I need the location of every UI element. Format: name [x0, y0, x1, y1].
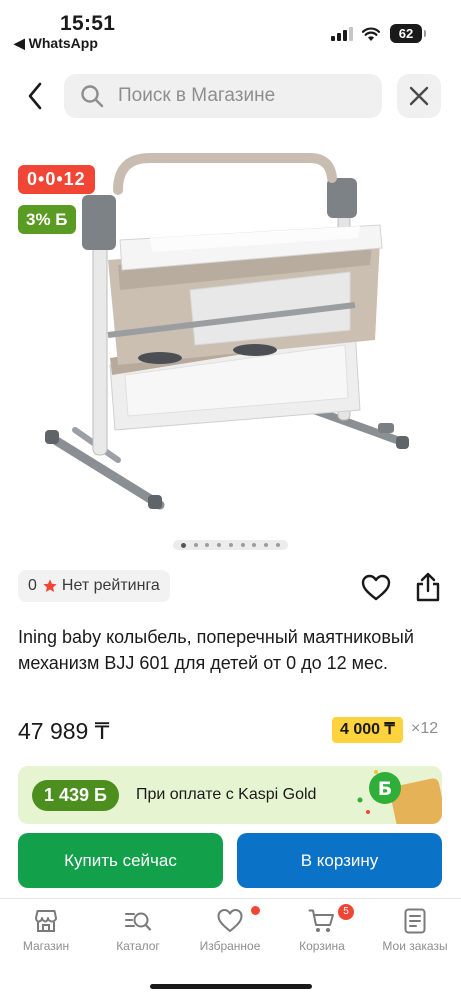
installment-months: ×12 — [411, 720, 439, 737]
pager-dot — [180, 542, 186, 548]
product-title: Ining baby колыбель, поперечный маятнико… — [18, 627, 414, 673]
favorite-button[interactable] — [361, 574, 391, 602]
tab-favorites[interactable]: Избранное — [184, 907, 276, 963]
cellular-signal-icon — [331, 27, 353, 41]
cart-count-badge: 5 — [338, 904, 354, 920]
pager-dot — [205, 543, 210, 547]
catalog-search-icon — [125, 912, 152, 931]
battery-indicator: 62 — [390, 24, 426, 43]
installment-badge[interactable]: 4 000 ₸ — [332, 717, 403, 743]
pager-dot — [193, 543, 198, 547]
search-placeholder: Поиск в Магазине — [118, 85, 276, 106]
pager-dot — [276, 543, 280, 547]
back-to-app-link[interactable]: ◀ WhatsApp — [14, 35, 98, 52]
back-button[interactable] — [20, 78, 50, 114]
pager-dot — [264, 543, 269, 547]
tab-cart[interactable]: Корзина — [276, 907, 368, 963]
status-bar: 15:51 ◀ WhatsApp 62 — [0, 0, 461, 60]
share-button[interactable] — [414, 571, 442, 603]
svg-text:Б: Б — [378, 778, 392, 800]
kaspi-gold-banner[interactable]: 1 439 Б При оплате с Kaspi Gold Б — [18, 766, 442, 824]
chevron-left-icon — [28, 82, 42, 110]
rating-text: Нет рейтинга — [61, 577, 160, 594]
tab-catalog[interactable]: Каталог — [92, 907, 184, 963]
image-pager[interactable] — [173, 540, 288, 550]
tab-label: Избранное — [199, 939, 261, 953]
gold-banner-text: При оплате с Kaspi Gold — [136, 786, 317, 803]
buy-now-button[interactable]: Купить сейчас — [18, 833, 223, 888]
wifi-icon — [362, 27, 380, 41]
tab-label: Каталог — [116, 939, 160, 953]
home-indicator — [150, 984, 312, 989]
pager-dot — [240, 543, 245, 547]
pager-dot — [217, 543, 222, 547]
product-page: 15:51 ◀ WhatsApp 62 Поиск в Магазине 0•0… — [0, 0, 461, 999]
tab-label: Корзина — [299, 939, 345, 953]
orders-icon — [404, 908, 426, 934]
pager-dot — [252, 543, 257, 547]
favorites-notification-dot — [251, 906, 260, 915]
tab-label: Мои заказы — [382, 939, 448, 953]
search-icon — [81, 85, 104, 108]
gold-bonus-chip: 1 439 Б — [32, 780, 119, 811]
add-to-cart-button[interactable]: В корзину — [237, 833, 442, 888]
star-icon — [43, 579, 57, 592]
bonus-badge: 3% Б — [18, 205, 76, 234]
rating-value: 0 — [28, 577, 37, 594]
kaspi-gold-card-icon: Б — [357, 770, 442, 824]
tab-shop[interactable]: Магазин — [0, 907, 92, 963]
tab-label: Магазин — [22, 939, 70, 953]
search-input[interactable]: Поиск в Магазине — [64, 74, 382, 118]
shop-icon — [35, 910, 57, 932]
close-icon — [409, 86, 429, 106]
product-price: 47 989 ₸ — [18, 718, 110, 744]
cart-icon — [308, 909, 334, 932]
tab-orders[interactable]: Мои заказы — [369, 907, 461, 963]
status-time: 15:51 — [60, 12, 116, 35]
pager-dot — [228, 543, 233, 547]
heart-icon — [217, 909, 243, 932]
close-button[interactable] — [397, 74, 441, 118]
timer-badge: 0•0•12 — [18, 165, 95, 194]
rating-chip[interactable]: 0 Нет рейтинга — [18, 570, 170, 602]
